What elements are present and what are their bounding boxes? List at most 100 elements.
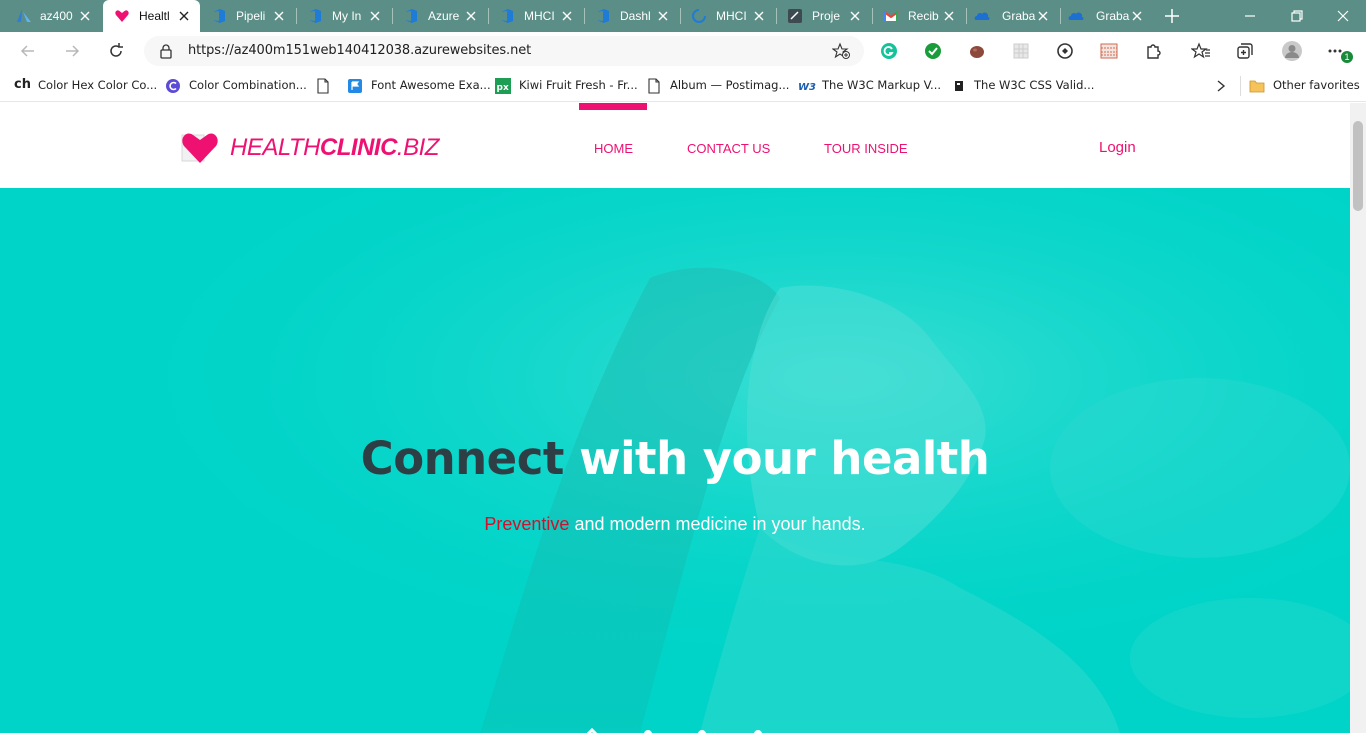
hero-title-rest: with your health <box>579 432 990 485</box>
grid-extension-icon[interactable] <box>1011 41 1031 61</box>
login-link[interactable]: Login <box>1099 139 1136 156</box>
back-icon[interactable] <box>18 41 38 61</box>
close-icon[interactable] <box>78 9 92 23</box>
sync-extension-icon[interactable] <box>1055 41 1075 61</box>
loading-icon <box>692 9 706 23</box>
tab-title: Healtl <box>139 9 170 23</box>
hero-carousel-dots[interactable] <box>580 726 780 733</box>
close-icon[interactable] <box>464 9 478 23</box>
bookmark-label: Color Combination... <box>189 78 307 92</box>
tab-title: My In <box>332 9 362 23</box>
page-icon <box>648 78 660 94</box>
collections-icon[interactable] <box>1235 41 1255 61</box>
devops-icon <box>405 9 417 23</box>
logo-part-biz: .BIZ <box>396 134 440 161</box>
tab-title: Dashl <box>620 9 651 23</box>
browser-tab-active[interactable]: Healtl <box>103 0 200 32</box>
browser-tab[interactable]: Dashl <box>584 0 680 32</box>
page-scrollbar[interactable] <box>1350 103 1366 733</box>
close-icon[interactable] <box>272 9 286 23</box>
browser-tab[interactable]: Proje <box>776 0 872 32</box>
close-icon[interactable] <box>1130 9 1144 23</box>
logo-part-health: HEALTH <box>230 134 320 161</box>
bookmarks-bar: ch Color Hex Color Co... Color Combinati… <box>0 70 1366 102</box>
coconut-extension-icon[interactable] <box>967 41 987 61</box>
restore-icon[interactable] <box>1287 6 1307 26</box>
browser-tab-strip: az400 Healtl Pipeli My In Azure MHCI Das… <box>0 0 1366 32</box>
heart-logo-icon[interactable] <box>180 129 220 165</box>
profile-avatar-icon[interactable] <box>1281 40 1303 62</box>
hero-section: Connect with your health Preventive and … <box>0 188 1350 733</box>
bookmark-label: Album — Postimag... <box>670 78 790 92</box>
bookmark-label: The W3C Markup V... <box>822 78 942 92</box>
browser-tab[interactable]: Graba <box>1060 0 1154 32</box>
close-icon[interactable] <box>560 9 574 23</box>
close-icon[interactable] <box>1036 9 1050 23</box>
heart-icon <box>115 10 129 22</box>
bookmark-label: Kiwi Fruit Fresh - Fr... <box>519 78 638 92</box>
tab-title: az400 <box>40 9 73 23</box>
close-icon[interactable] <box>942 9 956 23</box>
tab-title: Pipeli <box>236 9 266 23</box>
nav-contact-us[interactable]: CONTACT US <box>687 141 770 156</box>
bookmark-label: The W3C CSS Valid... <box>974 78 1095 92</box>
extensions-badge: 1 <box>1341 51 1353 63</box>
azure-icon <box>17 9 31 22</box>
browser-tab[interactable]: Azure <box>392 0 488 32</box>
chevron-right-icon[interactable] <box>1214 78 1228 94</box>
tab-title: Recib <box>908 9 939 23</box>
ruler-extension-icon[interactable] <box>1099 41 1119 61</box>
close-window-icon[interactable] <box>1333 6 1353 26</box>
tab-title: Graba <box>1002 9 1036 23</box>
hero-subtitle-rest: and modern medicine in your hands. <box>574 514 866 534</box>
gmail-icon <box>883 11 899 21</box>
forward-icon[interactable] <box>62 41 82 61</box>
lock-icon[interactable] <box>158 43 174 59</box>
browser-tab[interactable]: az400 <box>0 0 100 32</box>
extensions-icon[interactable] <box>1143 41 1163 61</box>
grammarly-icon[interactable] <box>879 41 899 61</box>
logo-part-clinic: CLINIC <box>319 134 398 161</box>
browser-tab[interactable]: Pipeli <box>200 0 296 32</box>
browser-tab[interactable]: Graba <box>966 0 1060 32</box>
devops-icon <box>597 9 609 23</box>
check-extension-icon[interactable] <box>923 41 943 61</box>
devops-icon <box>213 9 225 23</box>
active-nav-indicator <box>579 103 647 110</box>
bookmark-label: Color Hex Color Co... <box>38 78 158 92</box>
browser-tab[interactable]: My In <box>296 0 392 32</box>
ch-icon: ch <box>14 77 31 92</box>
add-favorite-icon[interactable] <box>832 42 850 60</box>
devops-icon <box>501 9 513 23</box>
browser-tab[interactable]: MHCI <box>680 0 776 32</box>
tab-title: Azure <box>428 9 460 23</box>
minimize-icon[interactable] <box>1240 6 1260 26</box>
flag-icon <box>348 79 362 93</box>
close-icon[interactable] <box>368 9 382 23</box>
w3c-icon: W3 <box>798 82 816 93</box>
close-icon[interactable] <box>177 9 191 23</box>
browser-tab[interactable]: Recib <box>872 0 966 32</box>
nav-tour-inside[interactable]: TOUR INSIDE <box>824 141 908 156</box>
svg-text:px: px <box>497 83 509 93</box>
close-icon[interactable] <box>848 9 862 23</box>
address-bar[interactable]: https://az400m151web140412038.azurewebsi… <box>144 36 864 66</box>
onedrive-icon <box>974 12 990 20</box>
url-text[interactable]: https://az400m151web140412038.azurewebsi… <box>188 43 531 58</box>
hero-subtitle: Preventive and modern medicine in your h… <box>0 514 1350 535</box>
favorites-icon[interactable] <box>1191 41 1211 61</box>
site-logo[interactable]: HEALTHCLINIC.BIZ <box>230 134 439 162</box>
browser-tab[interactable]: MHCI <box>488 0 584 32</box>
scrollbar-thumb[interactable] <box>1353 121 1363 211</box>
page-icon <box>317 78 329 94</box>
close-icon[interactable] <box>656 9 670 23</box>
refresh-icon[interactable] <box>106 41 126 61</box>
site-header: HEALTHCLINIC.BIZ HOME CONTACT US TOUR IN… <box>0 103 1350 188</box>
svg-text:W3: W3 <box>798 82 816 93</box>
nav-home[interactable]: HOME <box>594 141 633 156</box>
close-icon[interactable] <box>752 9 766 23</box>
folder-icon <box>1249 80 1265 93</box>
project-icon <box>788 9 802 23</box>
hero-title: Connect with your health <box>0 432 1350 485</box>
new-tab-icon[interactable] <box>1162 6 1182 26</box>
